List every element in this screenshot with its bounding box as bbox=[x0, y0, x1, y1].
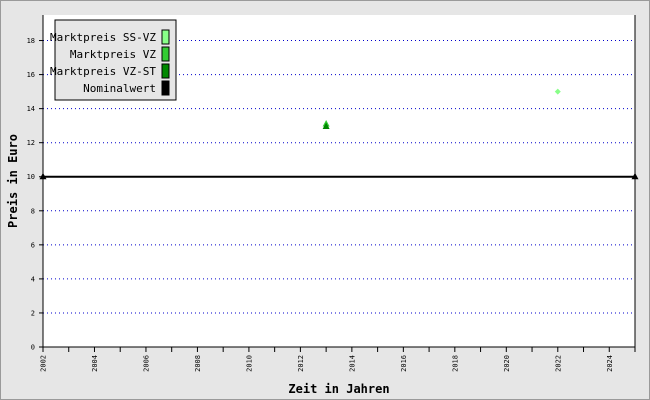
y-tick-label: 10 bbox=[27, 173, 35, 181]
y-tick-label: 18 bbox=[27, 37, 35, 45]
x-tick-label: 2018 bbox=[451, 355, 459, 372]
y-tick-label: 2 bbox=[31, 309, 35, 317]
y-tick-label: 14 bbox=[27, 105, 35, 113]
y-tick-label: 16 bbox=[27, 71, 35, 79]
x-tick-label: 2008 bbox=[194, 355, 202, 372]
legend-swatch bbox=[161, 80, 170, 96]
y-tick-labels: 0 2 4 6 8 10 12 14 16 18 bbox=[27, 37, 35, 351]
x-tick-label: 2002 bbox=[40, 355, 48, 372]
x-tick-label: 2010 bbox=[245, 355, 253, 372]
x-tick-label: 2012 bbox=[297, 355, 305, 372]
y-tick-label: 12 bbox=[27, 139, 35, 147]
x-tick-label: 2016 bbox=[400, 355, 408, 372]
x-tick-label: 2004 bbox=[91, 355, 99, 372]
legend-entry-label: Marktpreis SS-VZ bbox=[50, 31, 156, 44]
y-tick-label: 8 bbox=[31, 207, 35, 215]
y-tick-label: 6 bbox=[31, 241, 35, 249]
x-tick-labels: 2002 2004 2006 2008 2010 2012 2014 2016 2018 2020… bbox=[40, 355, 614, 372]
legend-swatch bbox=[161, 46, 170, 62]
y-axis-title: Preis in Euro bbox=[6, 134, 20, 228]
x-axis-title: Zeit in Jahren bbox=[288, 382, 389, 396]
y-tick-label: 4 bbox=[31, 275, 35, 283]
x-tick-label: 2024 bbox=[606, 355, 614, 372]
legend-entry-label: Marktpreis VZ bbox=[70, 48, 156, 61]
price-chart: 2002 2004 2006 2008 2010 2012 2014 2016 2018 2020… bbox=[6, 15, 639, 396]
legend: Marktpreis SS-VZ Marktpreis VZ Marktpreis … bbox=[50, 19, 177, 101]
legend-entry-label: Marktpreis VZ-ST bbox=[50, 65, 156, 78]
y-tick-label: 0 bbox=[31, 344, 35, 352]
legend-entry-label: Nominalwert bbox=[83, 82, 156, 95]
x-tick-label: 2022 bbox=[554, 355, 562, 372]
x-tick-label: 2020 bbox=[503, 355, 511, 372]
legend-swatch bbox=[161, 63, 170, 79]
legend-swatch bbox=[161, 29, 170, 45]
x-tick-label: 2006 bbox=[142, 355, 150, 372]
x-tick-label: 2014 bbox=[348, 355, 356, 372]
